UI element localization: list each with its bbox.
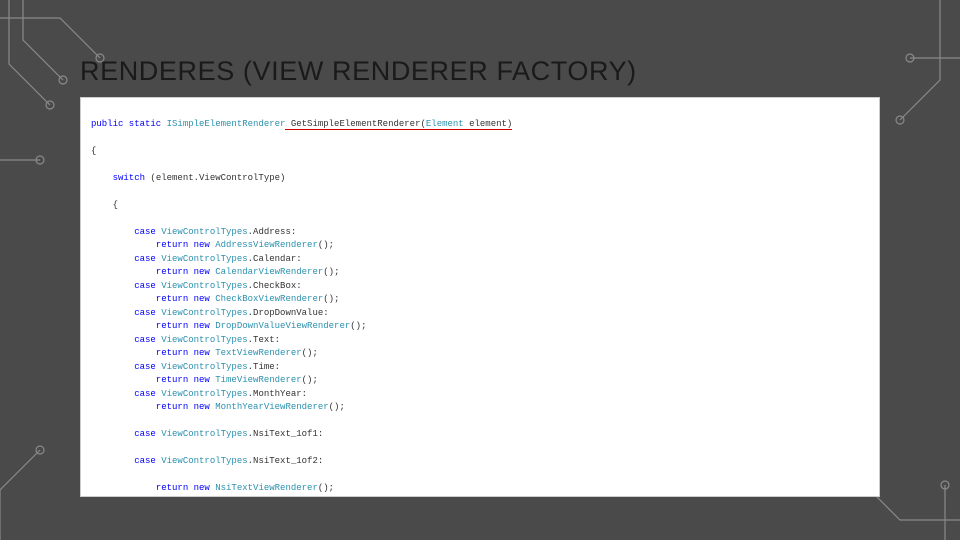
brace: { — [91, 199, 869, 213]
case-line: case ViewControlTypes.Text: — [91, 334, 869, 348]
case-line: case ViewControlTypes.Time: — [91, 361, 869, 375]
brace: { — [91, 145, 869, 159]
return-line: return new AddressViewRenderer(); — [91, 239, 869, 253]
return-line: return new CalendarViewRenderer(); — [91, 266, 869, 280]
return-line: return new TimeViewRenderer(); — [91, 374, 869, 388]
return-line: return new TextViewRenderer(); — [91, 347, 869, 361]
param-name: element) — [464, 119, 513, 130]
slide-content: RENDERES (VIEW RENDERER FACTORY) public … — [80, 56, 880, 496]
kw-public-static: public static — [91, 119, 167, 129]
method-name-1: GetSimpleElementRenderer( — [285, 119, 425, 130]
return-line: return new CheckBoxViewRenderer(); — [91, 293, 869, 307]
param-type: Element — [426, 119, 464, 130]
case-line: case ViewControlTypes.Address: — [91, 226, 869, 240]
code-panel: public static ISimpleElementRenderer Get… — [80, 97, 880, 497]
case-line: case ViewControlTypes.MonthYear: — [91, 388, 869, 402]
return-line: return new MonthYearViewRenderer(); — [91, 401, 869, 415]
slide-title: RENDERES (VIEW RENDERER FACTORY) — [80, 56, 880, 87]
return-line: return new DropDownValueViewRenderer(); — [91, 320, 869, 334]
return-type: ISimpleElementRenderer — [167, 119, 286, 129]
case-line: case ViewControlTypes.Calendar: — [91, 253, 869, 267]
case-line: case ViewControlTypes.DropDownValue: — [91, 307, 869, 321]
case-line: case ViewControlTypes.CheckBox: — [91, 280, 869, 294]
